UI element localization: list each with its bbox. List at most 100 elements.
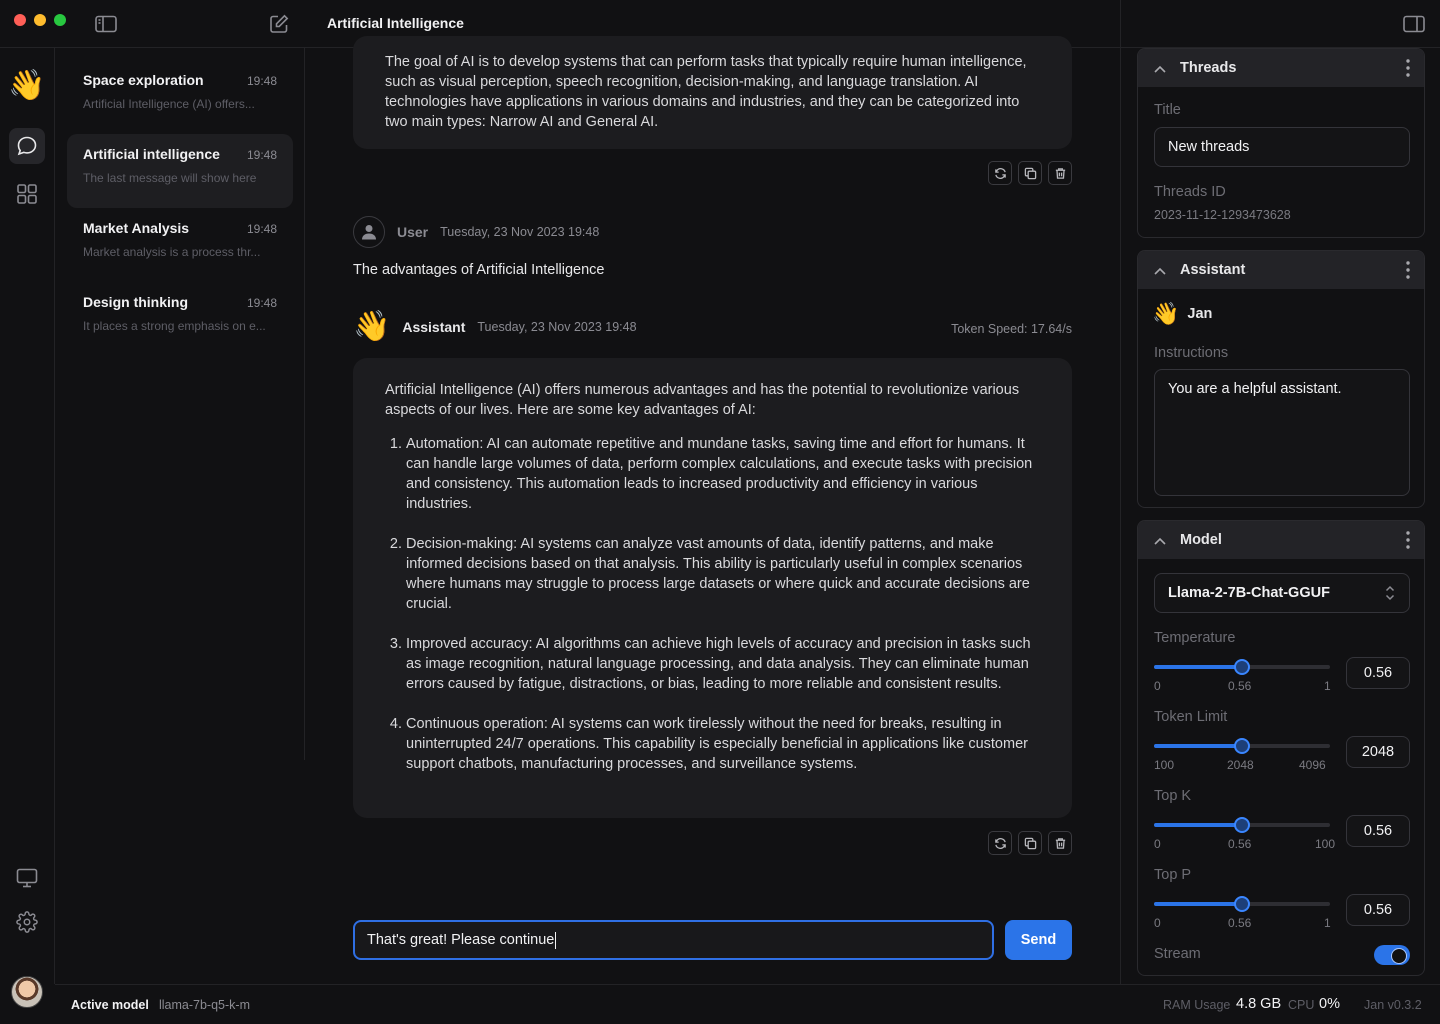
assistant-message-bubble: Artificial Intelligence (AI) offers nume… [353, 358, 1072, 818]
active-model-label: Active model [71, 998, 149, 1012]
status-bar: Active model llama-7b-q5-k-m RAM Usage 4… [55, 984, 1440, 1024]
message-input-value: That's great! Please continue [367, 932, 555, 948]
cpu-label: CPU [1288, 998, 1315, 1012]
message-time: Tuesday, 23 Nov 2023 19:48 [477, 320, 637, 334]
user-message-text: The advantages of Artificial Intelligenc… [353, 262, 605, 278]
user-avatar-icon [353, 216, 385, 248]
thread-list: Space exploration 19:48 Artificial Intel… [55, 48, 305, 760]
message-time: Tuesday, 23 Nov 2023 19:48 [440, 225, 600, 239]
slider-mid: 0.56 [1228, 916, 1252, 930]
chevron-up-icon[interactable] [1154, 262, 1166, 278]
card-title: Assistant [1180, 262, 1246, 278]
slider-max: 4096 [1299, 758, 1326, 772]
slider-thumb[interactable] [1234, 738, 1250, 754]
chevron-up-icon[interactable] [1154, 60, 1166, 76]
thread-title-input[interactable]: New threads [1154, 127, 1410, 167]
thread-item[interactable]: Design thinking 19:48 It places a strong… [67, 282, 293, 356]
temperature-input[interactable]: 0.56 [1346, 657, 1410, 689]
top-k-input[interactable]: 0.56 [1346, 815, 1410, 847]
regenerate-icon[interactable] [988, 161, 1012, 185]
copy-icon[interactable] [1018, 831, 1042, 855]
message-text: The goal of AI is to develop systems tha… [385, 54, 1027, 130]
send-button[interactable]: Send [1005, 920, 1072, 960]
instructions-textarea[interactable]: You are a helpful assistant. [1154, 369, 1410, 496]
model-card: Model Llama-2-7B-Chat-GGUF Temperature 0… [1137, 520, 1425, 976]
thread-snippet: The last message will show here [83, 171, 257, 185]
message-input[interactable]: That's great! Please continue [353, 920, 994, 960]
top-p-slider[interactable] [1154, 896, 1330, 912]
top-k-label: Top K [1154, 788, 1192, 804]
slider-max: 1 [1324, 679, 1331, 693]
message-actions [988, 161, 1072, 185]
chat-nav-icon[interactable] [9, 128, 45, 164]
hub-grid-icon[interactable] [9, 176, 45, 212]
user-avatar[interactable] [11, 976, 43, 1008]
settings-panel: Threads Title New threads Threads ID 202… [1120, 0, 1440, 984]
slider-mid: 2048 [1227, 758, 1254, 772]
top-k-slider[interactable] [1154, 817, 1330, 833]
ram-usage-label: RAM Usage [1163, 998, 1231, 1012]
threads-id-label: Threads ID [1154, 184, 1226, 200]
card-title: Model [1180, 532, 1222, 548]
model-select-value: Llama-2-7B-Chat-GGUF [1168, 585, 1330, 601]
delete-icon[interactable] [1048, 831, 1072, 855]
sender-name: Assistant [402, 319, 466, 335]
system-monitor-icon[interactable] [9, 860, 45, 896]
stream-toggle[interactable] [1374, 945, 1410, 965]
text-caret [555, 931, 557, 949]
close-window-button[interactable] [14, 14, 26, 26]
thread-snippet: Artificial Intelligence (AI) offers... [83, 97, 255, 111]
thread-item-active[interactable]: Artificial intelligence 19:48 The last m… [67, 134, 293, 208]
slider-thumb[interactable] [1234, 896, 1250, 912]
chevron-up-icon[interactable] [1154, 532, 1166, 548]
slider-mid: 0.56 [1228, 679, 1252, 693]
list-item: Continuous operation: AI systems can wor… [406, 714, 1040, 774]
settings-gear-icon[interactable] [9, 904, 45, 940]
top-p-label: Top P [1154, 867, 1192, 883]
more-vertical-icon[interactable] [1406, 531, 1410, 552]
title-label: Title [1154, 102, 1181, 118]
token-limit-slider[interactable] [1154, 738, 1330, 754]
assistant-card-header[interactable]: Assistant [1138, 251, 1424, 289]
app-rail: 👋 [0, 48, 55, 1008]
assistant-identity: 👋 Jan [1152, 301, 1212, 327]
token-limit-label: Token Limit [1154, 709, 1228, 725]
toggle-left-sidebar-icon[interactable] [94, 12, 118, 36]
assistant-wave-icon: 👋 [1152, 301, 1180, 326]
token-speed: Token Speed: 17.64/s [951, 322, 1072, 336]
slider-min: 0 [1154, 837, 1161, 851]
thread-item[interactable]: Market Analysis 19:48 Market analysis is… [67, 208, 293, 282]
ram-usage-value: 4.8 GB [1236, 996, 1282, 1012]
temperature-slider[interactable] [1154, 659, 1330, 675]
more-vertical-icon[interactable] [1406, 59, 1410, 80]
instructions-label: Instructions [1154, 345, 1229, 361]
top-p-input[interactable]: 0.56 [1346, 894, 1410, 926]
slider-thumb[interactable] [1234, 817, 1250, 833]
page-title: Artificial Intelligence [327, 15, 464, 31]
thread-item[interactable]: Space exploration 19:48 Artificial Intel… [67, 60, 293, 134]
threads-id-value: 2023-11-12-1293473628 [1154, 208, 1291, 222]
copy-icon[interactable] [1018, 161, 1042, 185]
slider-max: 100 [1315, 837, 1336, 851]
thread-time: 19:48 [246, 296, 277, 310]
more-vertical-icon[interactable] [1406, 261, 1410, 282]
slider-thumb[interactable] [1234, 659, 1250, 675]
threads-card: Threads Title New threads Threads ID 202… [1137, 48, 1425, 238]
delete-icon[interactable] [1048, 161, 1072, 185]
thread-snippet: Market analysis is a process thr... [83, 245, 261, 259]
assistant-wave-icon: 👋 [353, 310, 391, 343]
maximize-window-button[interactable] [54, 14, 66, 26]
chat-area: The goal of AI is to develop systems tha… [305, 36, 1120, 984]
minimize-window-button[interactable] [34, 14, 46, 26]
token-limit-input[interactable]: 2048 [1346, 736, 1410, 768]
regenerate-icon[interactable] [988, 831, 1012, 855]
card-title: Threads [1180, 60, 1237, 76]
model-card-header[interactable]: Model [1138, 521, 1424, 559]
threads-card-header[interactable]: Threads [1138, 49, 1424, 87]
assistant-message-bubble: The goal of AI is to develop systems tha… [353, 36, 1072, 149]
assistant-message-header: 👋 Assistant Tuesday, 23 Nov 2023 19:48 [353, 312, 637, 342]
model-select[interactable]: Llama-2-7B-Chat-GGUF [1154, 573, 1410, 613]
slider-mid: 0.56 [1228, 837, 1252, 851]
new-thread-icon[interactable] [267, 12, 291, 36]
cpu-value: 0% [1319, 996, 1340, 1012]
